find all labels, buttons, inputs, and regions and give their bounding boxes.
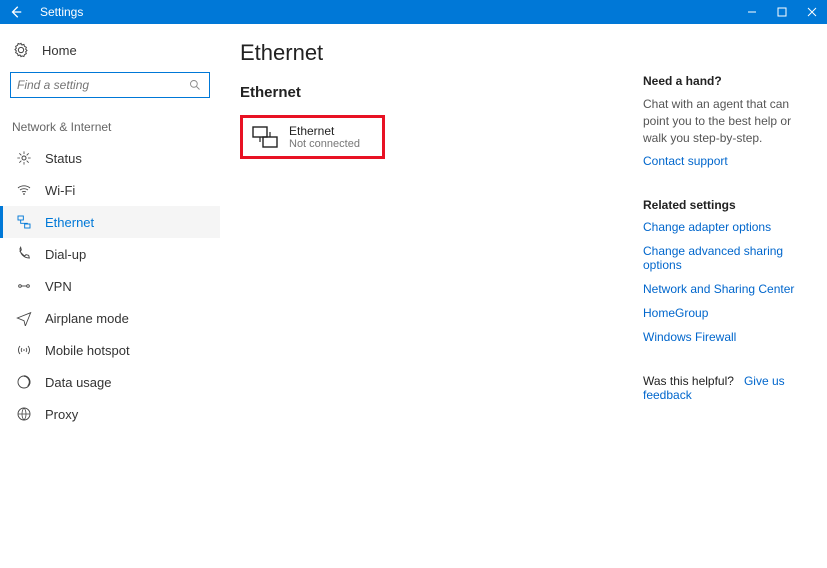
sidebar-item-vpn[interactable]: VPN [0, 270, 220, 302]
content-area: Home Network & Internet Status Wi-Fi [0, 24, 827, 568]
window-title: Settings [32, 5, 83, 19]
status-icon [15, 150, 33, 166]
sidebar-item-label: Ethernet [45, 215, 94, 230]
ethernet-card-icon [251, 125, 279, 149]
link-network-sharing-center[interactable]: Network and Sharing Center [643, 282, 813, 296]
link-advanced-sharing[interactable]: Change advanced sharing options [643, 244, 813, 272]
wifi-icon [15, 182, 33, 198]
page-title: Ethernet [240, 40, 617, 66]
airplane-icon [15, 310, 33, 326]
sidebar-item-ethernet[interactable]: Ethernet [0, 206, 220, 238]
proxy-icon [15, 406, 33, 422]
gear-icon [12, 42, 30, 58]
sidebar-item-label: Data usage [45, 375, 112, 390]
right-pane: Need a hand? Chat with an agent that can… [637, 24, 827, 568]
search-wrap [0, 66, 220, 106]
sidebar-home[interactable]: Home [0, 34, 220, 66]
maximize-icon [777, 7, 787, 17]
sidebar-item-status[interactable]: Status [0, 142, 220, 174]
sidebar-item-label: Proxy [45, 407, 78, 422]
sidebar-item-label: Mobile hotspot [45, 343, 130, 358]
link-homegroup[interactable]: HomeGroup [643, 306, 813, 320]
sidebar-section-label: Network & Internet [0, 106, 220, 142]
related-heading: Related settings [643, 198, 813, 212]
sidebar-item-label: Airplane mode [45, 311, 129, 326]
back-arrow-icon [9, 5, 23, 19]
back-button[interactable] [0, 0, 32, 24]
close-icon [807, 7, 817, 17]
close-button[interactable] [797, 0, 827, 24]
ethernet-card-name: Ethernet [289, 124, 360, 138]
minimize-icon [747, 7, 757, 17]
titlebar: Settings [0, 0, 827, 24]
search-icon [189, 78, 203, 92]
ethernet-icon [15, 214, 33, 230]
search-input[interactable] [17, 78, 189, 92]
sidebar-item-label: VPN [45, 279, 72, 294]
need-hand-desc: Chat with an agent that can point you to… [643, 96, 813, 146]
link-windows-firewall[interactable]: Windows Firewall [643, 330, 813, 344]
contact-support-link[interactable]: Contact support [643, 154, 813, 168]
search-box[interactable] [10, 72, 210, 98]
sidebar-item-proxy[interactable]: Proxy [0, 398, 220, 430]
maximize-button[interactable] [767, 0, 797, 24]
sidebar-item-airplane[interactable]: Airplane mode [0, 302, 220, 334]
ethernet-card-status: Not connected [289, 138, 360, 150]
sidebar-item-label: Wi-Fi [45, 183, 75, 198]
ethernet-connection-card[interactable]: Ethernet Not connected [240, 115, 385, 159]
dialup-icon [15, 246, 33, 262]
hotspot-icon [15, 342, 33, 358]
sidebar-home-label: Home [42, 43, 77, 58]
helpful-block: Was this helpful? Give us feedback [643, 374, 813, 402]
ethernet-card-text: Ethernet Not connected [289, 124, 360, 150]
sidebar-item-dialup[interactable]: Dial-up [0, 238, 220, 270]
helpful-label: Was this helpful? [643, 374, 734, 388]
main-pane: Ethernet Ethernet Ethernet Not connected [220, 24, 637, 568]
need-hand-heading: Need a hand? [643, 74, 813, 88]
minimize-button[interactable] [737, 0, 767, 24]
sidebar: Home Network & Internet Status Wi-Fi [0, 24, 220, 568]
sidebar-item-datausage[interactable]: Data usage [0, 366, 220, 398]
data-usage-icon [15, 374, 33, 390]
link-change-adapter[interactable]: Change adapter options [643, 220, 813, 234]
sidebar-item-wifi[interactable]: Wi-Fi [0, 174, 220, 206]
sidebar-item-hotspot[interactable]: Mobile hotspot [0, 334, 220, 366]
sidebar-item-label: Status [45, 151, 82, 166]
ethernet-subheading: Ethernet [240, 84, 617, 101]
sidebar-item-label: Dial-up [45, 247, 86, 262]
vpn-icon [15, 278, 33, 294]
related-settings-block: Related settings Change adapter options … [643, 198, 813, 344]
